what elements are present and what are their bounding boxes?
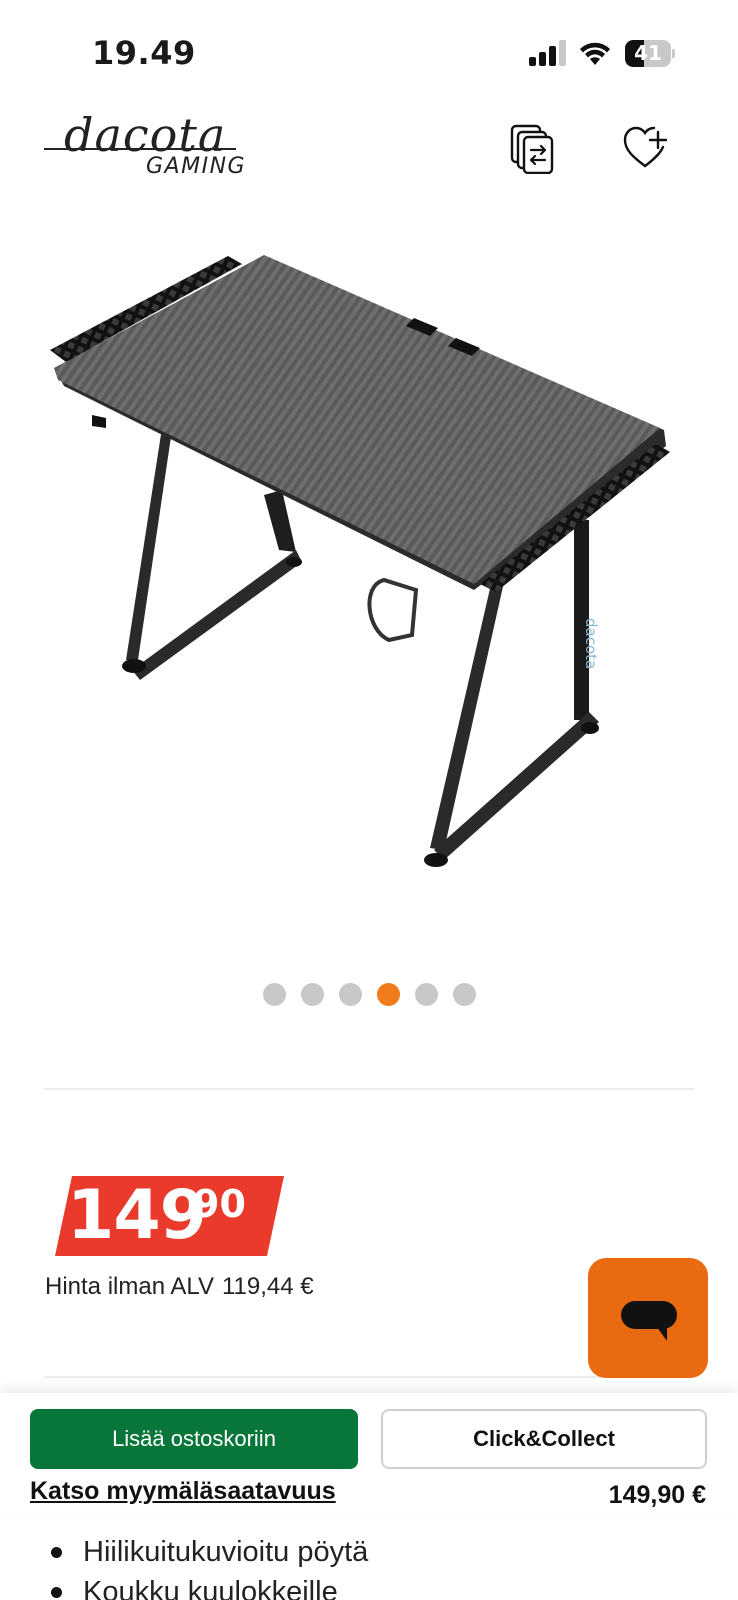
- price-whole: 149: [67, 1176, 207, 1255]
- brand-logo[interactable]: dacota GAMING: [44, 108, 245, 182]
- svg-text:dacota: dacota: [582, 618, 600, 669]
- status-time: 19.49: [92, 34, 196, 72]
- cellular-signal-icon: [529, 40, 566, 66]
- wifi-icon: [580, 42, 610, 65]
- price-tag: 149 90: [45, 1176, 285, 1256]
- vat-value: 119,44 €: [221, 1273, 314, 1300]
- product-image[interactable]: dacota: [44, 250, 694, 900]
- carousel-dot[interactable]: [376, 983, 400, 1006]
- add-to-cart-button[interactable]: Lisää ostoskoriin: [30, 1409, 358, 1469]
- carousel-dot[interactable]: [262, 983, 286, 1006]
- divider: [44, 1376, 694, 1378]
- logo-subtitle: GAMING: [146, 154, 247, 179]
- battery-level: 41: [634, 41, 662, 65]
- chat-button[interactable]: [588, 1258, 708, 1378]
- store-availability-link[interactable]: Katso myymäläsaatavuus: [30, 1477, 336, 1506]
- bar-price: 149,90 €: [608, 1481, 706, 1509]
- carousel-dot[interactable]: [414, 983, 438, 1006]
- battery-icon: 41: [625, 40, 675, 67]
- click-and-collect-button[interactable]: Click&Collect: [381, 1409, 707, 1469]
- carousel-dot[interactable]: [452, 983, 476, 1006]
- vat-label: Hinta ilman ALV: [45, 1273, 214, 1300]
- list-item: Koukku kuulokkeille: [50, 1572, 700, 1600]
- chat-bubble-icon: [621, 1301, 677, 1341]
- divider: [44, 1088, 694, 1090]
- price-cents: 90: [193, 1182, 246, 1226]
- carousel-dot[interactable]: [300, 983, 324, 1006]
- image-carousel-dots: [0, 983, 738, 1007]
- price-excluding-vat: Hinta ilman ALV 119,44 €: [45, 1273, 314, 1301]
- bottom-action-bar: Lisää ostoskoriin Click&Collect Katso my…: [0, 1393, 738, 1517]
- status-bar: 19.49 41: [0, 0, 738, 100]
- logo-script: dacota: [64, 108, 227, 162]
- heart-plus-icon[interactable]: [623, 126, 669, 170]
- feature-list: Hiilikuitukuvioitu pöytä Koukku kuulokke…: [50, 1532, 700, 1600]
- list-item: Hiilikuitukuvioitu pöytä: [50, 1532, 700, 1572]
- carousel-dot[interactable]: [338, 983, 362, 1006]
- compare-icon[interactable]: [510, 124, 558, 174]
